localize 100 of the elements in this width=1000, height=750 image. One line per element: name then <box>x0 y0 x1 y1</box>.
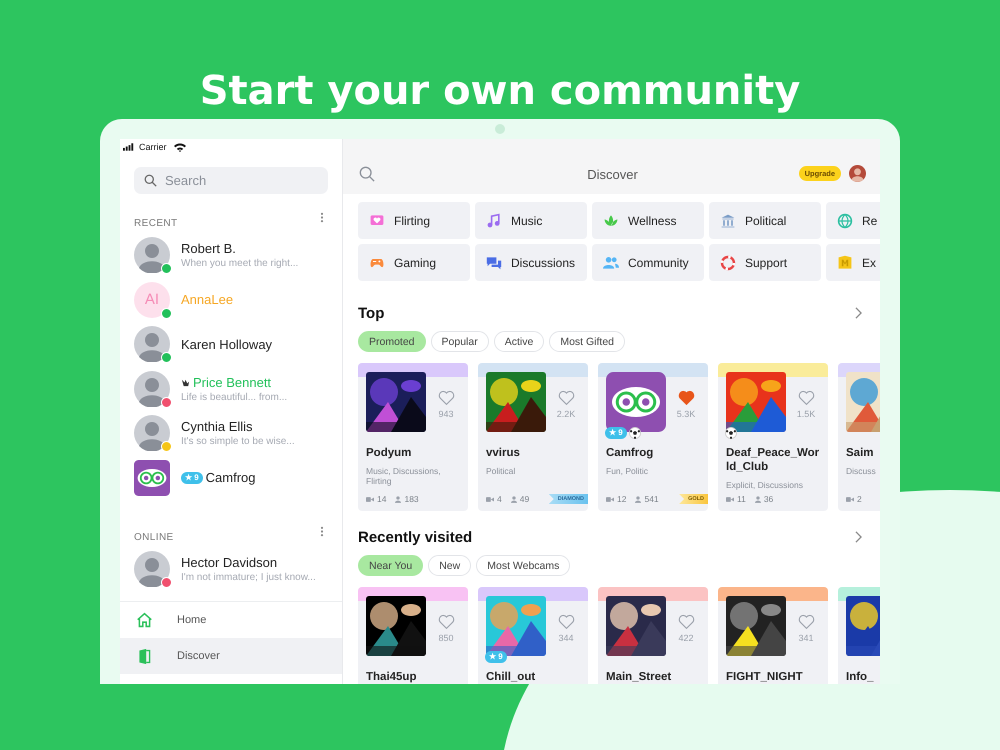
search-field[interactable]: Search <box>134 167 328 194</box>
camera-count: 12 <box>617 494 626 504</box>
category-tile[interactable]: Discussions <box>475 244 587 281</box>
people-icon <box>603 254 619 270</box>
room-tags: Music, Discussions, Flirting <box>366 466 460 486</box>
category-tile[interactable]: Political <box>709 202 821 239</box>
like-count: 341 <box>798 633 814 643</box>
category-tile[interactable]: Re <box>826 202 880 239</box>
room-card[interactable]: ★ 9 344 Chill_out <box>478 587 588 684</box>
room-name: Main_Street <box>606 670 672 684</box>
category-tile[interactable]: Ex <box>826 244 880 281</box>
category-tile[interactable]: Community <box>592 244 704 281</box>
filter-chip[interactable]: Active <box>494 331 544 352</box>
room-name: Deaf_Peace_World_Club <box>726 446 820 474</box>
music-note-icon <box>486 212 502 228</box>
camera-dot <box>495 124 505 134</box>
user-count: 541 <box>644 494 659 504</box>
category-tile[interactable]: Flirting <box>358 202 470 239</box>
heart-icon[interactable] <box>678 614 694 630</box>
signal-icon <box>123 143 136 151</box>
user-count: 183 <box>404 494 419 504</box>
contact-name: Price Bennett <box>193 374 272 390</box>
room-card[interactable]: 422 Main_Street <box>598 587 708 684</box>
contact-item[interactable]: Cynthia Ellis It's so simple to be wise... <box>120 411 342 456</box>
room-card[interactable]: 341 FIGHT_NIGHT <box>718 587 828 684</box>
like-count: 344 <box>558 633 574 643</box>
filter-chip[interactable]: New <box>428 555 472 576</box>
room-tags: Discuss <box>846 466 880 476</box>
search-icon[interactable] <box>359 166 375 182</box>
filter-chip[interactable]: Near You <box>358 555 424 576</box>
heart-icon[interactable] <box>558 390 574 406</box>
room-card[interactable]: Info_ <box>838 587 880 684</box>
avatar <box>134 415 170 452</box>
camera-icon <box>846 496 854 502</box>
message-preview: When you meet the right... <box>181 258 298 270</box>
camera-count: 4 <box>497 494 502 504</box>
contact-name: AnnaLee <box>181 292 234 308</box>
heart-icon[interactable] <box>558 614 574 630</box>
category-tile[interactable]: Support <box>709 244 821 281</box>
contact-item[interactable]: Karen Holloway <box>120 322 342 366</box>
heart-icon[interactable] <box>438 614 454 630</box>
user-icon <box>395 496 402 502</box>
filter-chip[interactable]: Promoted <box>358 331 426 352</box>
room-card[interactable]: 850 Thai45up <box>358 587 468 684</box>
like-count: 943 <box>438 409 454 419</box>
category-tile[interactable]: Music <box>475 202 587 239</box>
headline: Start your own community <box>198 67 802 116</box>
pillars-icon <box>720 212 736 228</box>
room-card[interactable]: Saim Discuss 2 <box>838 363 880 511</box>
room-name: Chill_out <box>486 670 536 684</box>
avatar <box>134 551 170 588</box>
nav-item[interactable]: Discover <box>120 638 342 674</box>
avatar <box>134 370 170 407</box>
contact-item[interactable]: Hector Davidson I'm not immature; I just know... <box>120 547 342 592</box>
lifebuoy-icon <box>720 254 736 270</box>
room-name: Camfrog <box>606 446 654 460</box>
chevron-right-icon[interactable] <box>855 531 862 543</box>
like-count: 5.3K <box>676 409 696 419</box>
heart-icon[interactable] <box>678 390 694 406</box>
user-icon <box>635 496 642 502</box>
contact-name: Camfrog <box>206 470 256 486</box>
contact-item[interactable]: ★ 9 Camfrog <box>120 456 342 500</box>
filter-chip[interactable]: Most Webcams <box>476 555 570 576</box>
wifi-icon <box>174 142 186 152</box>
more-icon[interactable] <box>320 212 324 223</box>
user-count: 36 <box>764 494 774 504</box>
like-count: 1.5K <box>796 409 816 419</box>
category-tile[interactable]: Wellness <box>592 202 704 239</box>
avatar <box>134 237 170 274</box>
contact-name: Robert B. <box>181 241 236 256</box>
contact-name: Karen Holloway <box>181 336 272 352</box>
heart-icon[interactable] <box>798 390 814 406</box>
camera-count: 14 <box>377 494 386 504</box>
filter-chip[interactable]: Most Gifted <box>549 331 626 352</box>
room-tags: Fun, Politic <box>606 466 700 476</box>
user-icon <box>510 496 517 502</box>
heart-icon[interactable] <box>438 390 454 406</box>
room-name: Podyum <box>366 446 412 460</box>
room-card[interactable]: 1.5K Deaf_Peace_World_Club Explicit, Discussions 11 36 <box>718 363 828 511</box>
contact-item[interactable]: Robert B. When you meet the right... <box>120 233 342 278</box>
like-count: 2.2K <box>556 409 576 419</box>
avatar[interactable] <box>849 165 866 182</box>
category-tile[interactable]: Gaming <box>358 244 470 281</box>
camera-count: 2 <box>857 494 862 504</box>
chevron-right-icon[interactable] <box>855 307 862 319</box>
heart-icon[interactable] <box>798 614 814 630</box>
level-badge: ★ 9 <box>605 427 627 439</box>
room-card[interactable]: 943 Podyum Music, Discussions, Flirting 14 183 <box>358 363 468 511</box>
section-label: ONLINE <box>134 532 174 543</box>
level-badge: ★ 9 <box>485 651 507 663</box>
filter-chip[interactable]: Popular <box>430 331 489 352</box>
search-icon <box>144 174 157 187</box>
chat-icon <box>486 254 502 270</box>
more-icon[interactable] <box>320 526 324 537</box>
carrier-label: Carrier <box>139 142 167 152</box>
room-name: Info_ <box>846 670 875 684</box>
message-preview: It's so simple to be wise... <box>181 436 295 448</box>
contact-name: Cynthia Ellis <box>181 419 253 434</box>
message-preview: I'm not immature; I just know... <box>181 572 316 584</box>
avatar-initials: AI <box>134 282 170 318</box>
